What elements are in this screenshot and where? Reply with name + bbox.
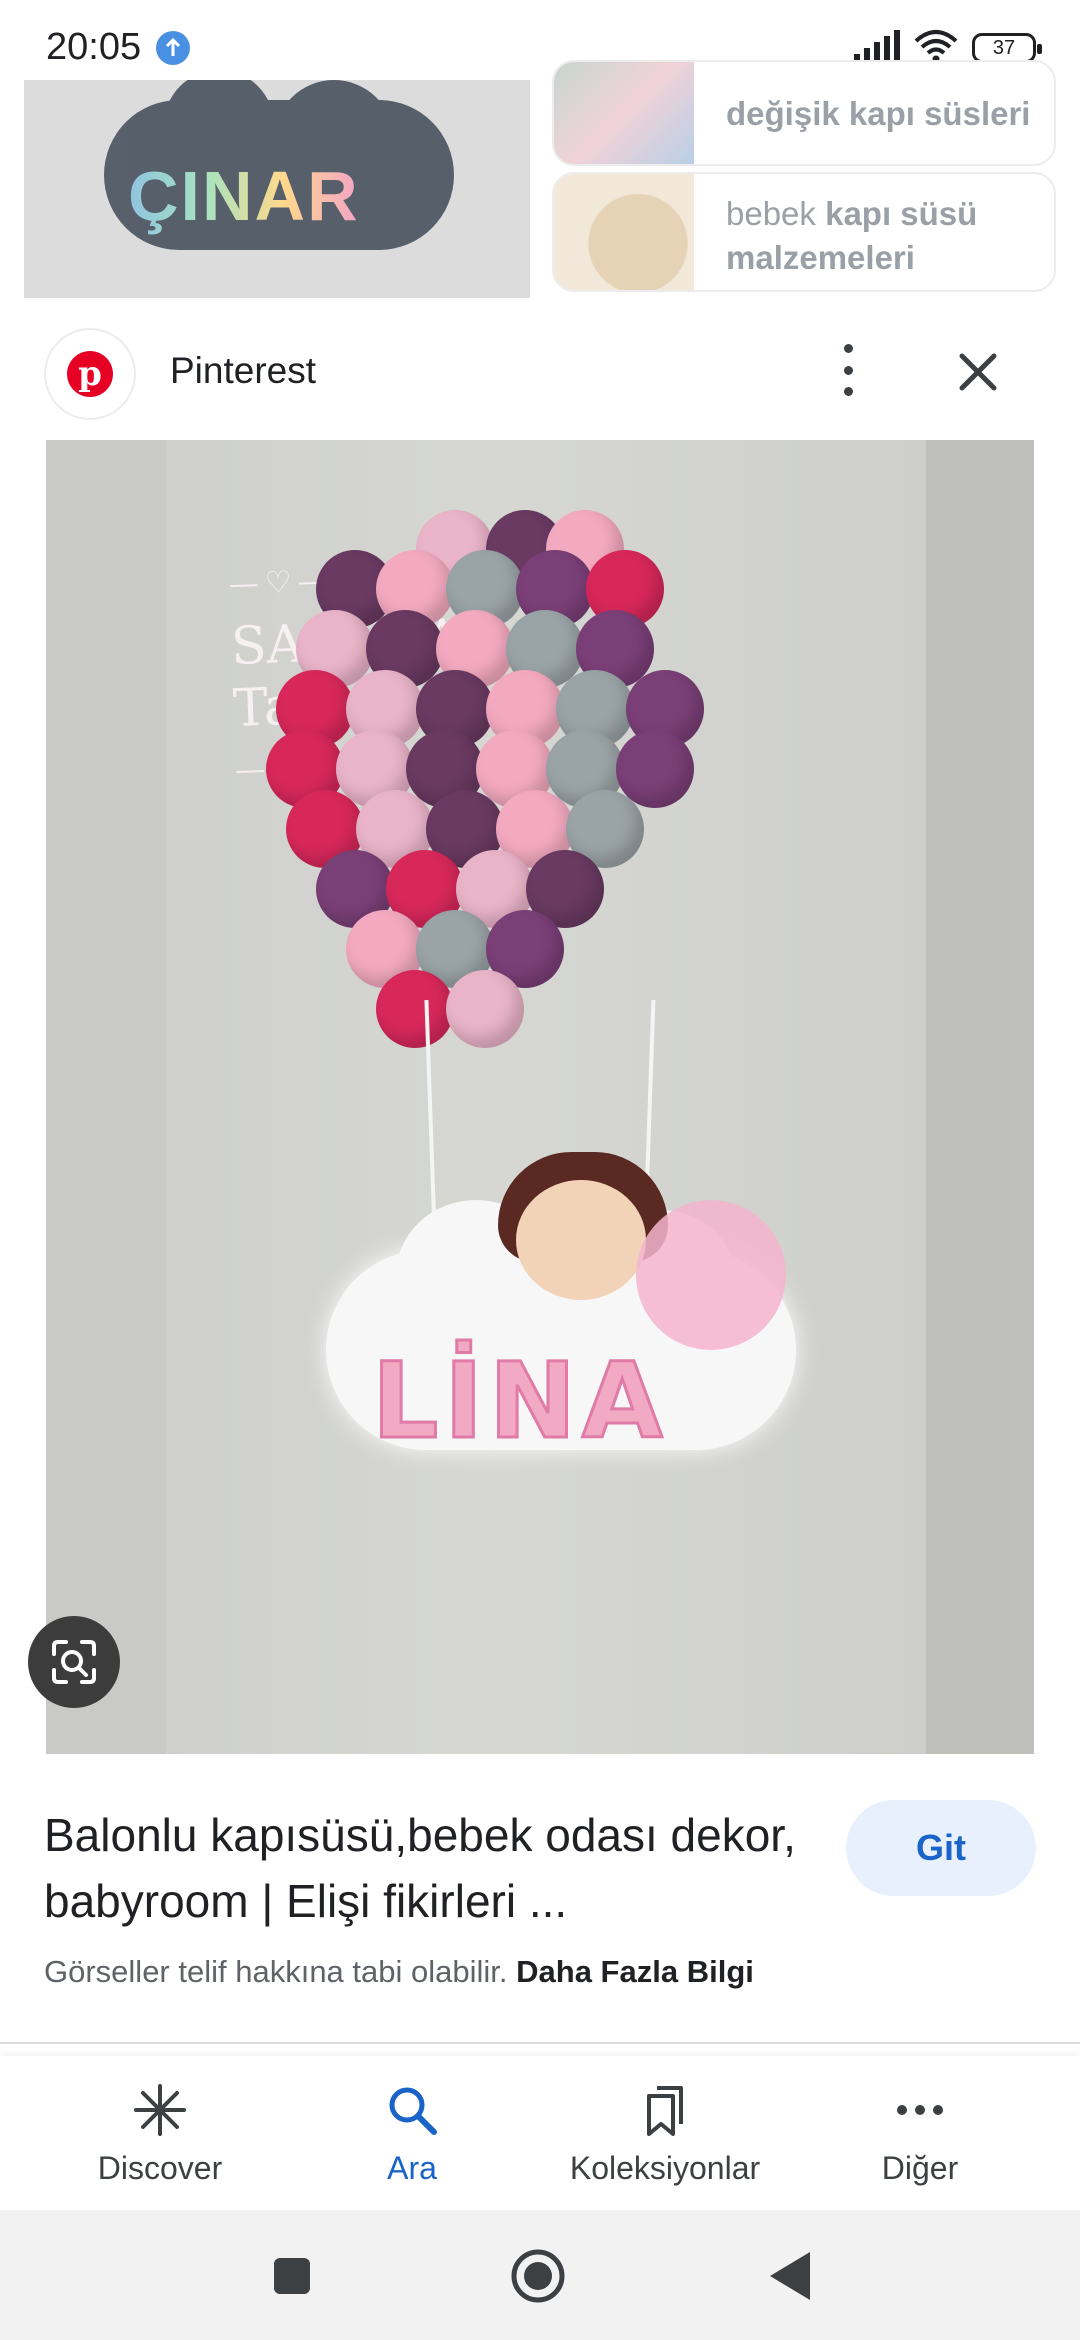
source-name[interactable]: Pinterest	[170, 350, 316, 392]
visit-button[interactable]: Git	[846, 1800, 1036, 1896]
vertical-dots-icon	[843, 344, 853, 353]
bottom-navigation: Discover Ara Koleksiyonlar Diğer	[0, 2056, 1080, 2210]
felt-balloon	[446, 970, 524, 1048]
battery-icon: 37	[972, 33, 1042, 63]
close-button[interactable]	[950, 344, 1006, 400]
image-name-text: LİNA	[371, 1339, 669, 1464]
recent-apps-button[interactable]	[262, 2246, 322, 2306]
pinterest-logo-icon[interactable]: p	[44, 328, 136, 420]
more-horizontal-icon	[890, 2080, 950, 2140]
related-search-label: bebek kapı süsü malzemeleri	[726, 195, 978, 276]
nav-more[interactable]: Diğer	[820, 2056, 1020, 2210]
felt-balloon	[376, 970, 454, 1048]
nav-search[interactable]: Ara	[312, 2056, 512, 2210]
main-preview-image[interactable]: —♡— SAKURA Tasarım —♡— LİNA	[46, 440, 1034, 1754]
result-title[interactable]: Balonlu kapısüsü,bebek odası dekor, baby…	[44, 1802, 804, 1934]
status-time: 20:05	[46, 26, 142, 68]
more-options-button[interactable]	[826, 338, 870, 402]
close-icon	[959, 353, 997, 391]
nav-discover[interactable]: Discover	[60, 2056, 260, 2210]
back-button[interactable]	[760, 2246, 820, 2306]
related-search-card[interactable]: bebek kapı süsü malzemeleri	[552, 172, 1056, 292]
back-triangle-icon	[770, 2252, 810, 2300]
felt-doll	[516, 1180, 646, 1300]
related-search-thumbnail	[554, 62, 694, 164]
result-details: Balonlu kapısüsü,bebek odası dekor, baby…	[0, 1754, 1080, 2044]
thumbnail-text: ÇINAR	[128, 157, 360, 235]
related-search-card[interactable]: değişik kapı süsleri	[552, 60, 1056, 166]
nav-collections[interactable]: Koleksiyonlar	[540, 2056, 790, 2210]
related-search-label: değişik kapı süsleri	[726, 95, 1031, 132]
system-navigation-bar	[0, 2210, 1080, 2340]
related-image-thumbnail[interactable]: ÇINAR	[24, 80, 530, 298]
upload-arrow-icon	[156, 31, 190, 65]
search-icon	[382, 2080, 442, 2140]
circle-home-icon	[511, 2249, 565, 2303]
related-search-thumbnail	[554, 174, 694, 290]
bookmarks-icon	[635, 2080, 695, 2140]
square-icon	[274, 2258, 310, 2294]
related-images-strip: ÇINAR değişik kapı süsleri bebek kapı sü…	[0, 60, 1080, 298]
learn-more-link[interactable]: Daha Fazla Bilgi	[516, 1954, 754, 1989]
google-lens-button[interactable]	[28, 1616, 120, 1708]
copyright-notice: Görseller telif hakkına tabi olabilir. D…	[44, 1954, 754, 1989]
lens-search-icon	[52, 1640, 96, 1684]
home-button[interactable]	[508, 2246, 568, 2306]
image-source-header: p Pinterest	[0, 298, 1080, 440]
asterisk-icon	[130, 2080, 190, 2140]
divider	[0, 2042, 1080, 2044]
